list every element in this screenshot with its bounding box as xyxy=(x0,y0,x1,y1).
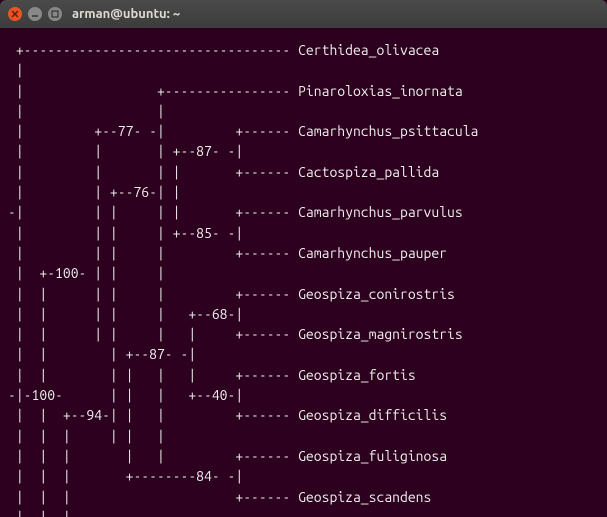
tree-output: +---------------------------------- Cert… xyxy=(8,40,599,517)
window-title: arman@ubuntu: ~ xyxy=(72,7,180,21)
maximize-button[interactable] xyxy=(48,7,62,21)
close-button[interactable] xyxy=(8,7,22,21)
titlebar[interactable]: arman@ubuntu: ~ xyxy=(0,0,607,28)
terminal-body[interactable]: +---------------------------------- Cert… xyxy=(0,28,607,517)
terminal-window: arman@ubuntu: ~ +-----------------------… xyxy=(0,0,607,517)
minimize-button[interactable] xyxy=(28,7,42,21)
